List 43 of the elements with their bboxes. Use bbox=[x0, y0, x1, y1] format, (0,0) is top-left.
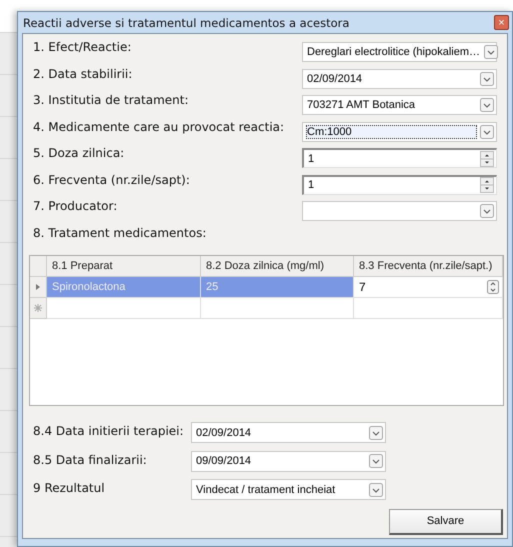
dropdown[interactable]: Dereglari electrolitice (hipokaliem… bbox=[302, 42, 497, 62]
spinner-icon[interactable] bbox=[480, 177, 494, 193]
cell-editor[interactable]: 7 bbox=[354, 277, 503, 298]
dropdown[interactable]: 703271 AMT Botanica bbox=[302, 95, 497, 115]
chevron-icon[interactable] bbox=[480, 98, 494, 112]
column-header[interactable]: 8.3 Frecventa (nr.zile/sapt.) bbox=[354, 256, 503, 277]
number-field[interactable]: 1 bbox=[302, 148, 497, 168]
table-cell: Spironolactona bbox=[47, 277, 201, 298]
new-row-icon bbox=[34, 304, 42, 312]
number-field[interactable]: 1 bbox=[302, 174, 497, 194]
field-label: 3. Institutia de tratament: bbox=[33, 92, 189, 107]
dropdown[interactable]: Vindecat / tratament incheiat bbox=[191, 479, 386, 500]
dropdown[interactable]: 02/09/2014 bbox=[302, 68, 497, 88]
spinner-icon[interactable] bbox=[480, 150, 494, 166]
column-header[interactable]: 8.2 Doza zilnica (mg/ml) bbox=[201, 256, 354, 277]
chevron-icon[interactable] bbox=[369, 482, 383, 496]
chevron-icon[interactable] bbox=[480, 204, 494, 218]
save-button[interactable]: Salvare bbox=[389, 508, 503, 534]
field-label: 4. Medicamente care au provocat reactia: bbox=[33, 118, 284, 134]
field-label: 8.5 Data finalizarii: bbox=[33, 452, 148, 466]
section-label: 8. Tratament medicamentos: bbox=[33, 224, 206, 240]
column-header[interactable]: 8.1 Preparat bbox=[47, 256, 201, 277]
dropdown[interactable]: Cm:1000 bbox=[302, 122, 497, 142]
dropdown[interactable]: 02/09/2014 bbox=[191, 422, 386, 443]
chevron-icon[interactable] bbox=[369, 426, 383, 440]
field-label: 8.4 Data initierii terapiei: bbox=[33, 423, 185, 438]
row-pointer-icon bbox=[36, 284, 40, 290]
row-header[interactable] bbox=[30, 277, 47, 298]
dropdown[interactable]: 09/09/2014 bbox=[191, 450, 386, 472]
chevron-icon[interactable] bbox=[480, 124, 494, 138]
table-cell: 25 bbox=[201, 277, 354, 298]
field-label: 2. Data stabilirii: bbox=[33, 66, 132, 80]
window-title: Reactii adverse si tratamentul medicamentos a acestora bbox=[23, 16, 350, 30]
field-label: 1. Efect/Reactie: bbox=[33, 39, 132, 54]
chevron-icon[interactable] bbox=[369, 454, 383, 468]
chevron-icon[interactable] bbox=[484, 45, 498, 59]
field-label: 9 Rezultatul bbox=[33, 480, 106, 495]
chevron-icon[interactable] bbox=[480, 72, 494, 86]
row-header bbox=[30, 256, 47, 277]
field-label: 5. Doza zilnica: bbox=[33, 145, 124, 160]
field-label: 7. Producator: bbox=[33, 198, 118, 213]
field-label: 6. Frecventa (nr.zile/sapt): bbox=[33, 172, 190, 186]
spinner-icon[interactable] bbox=[487, 280, 499, 294]
